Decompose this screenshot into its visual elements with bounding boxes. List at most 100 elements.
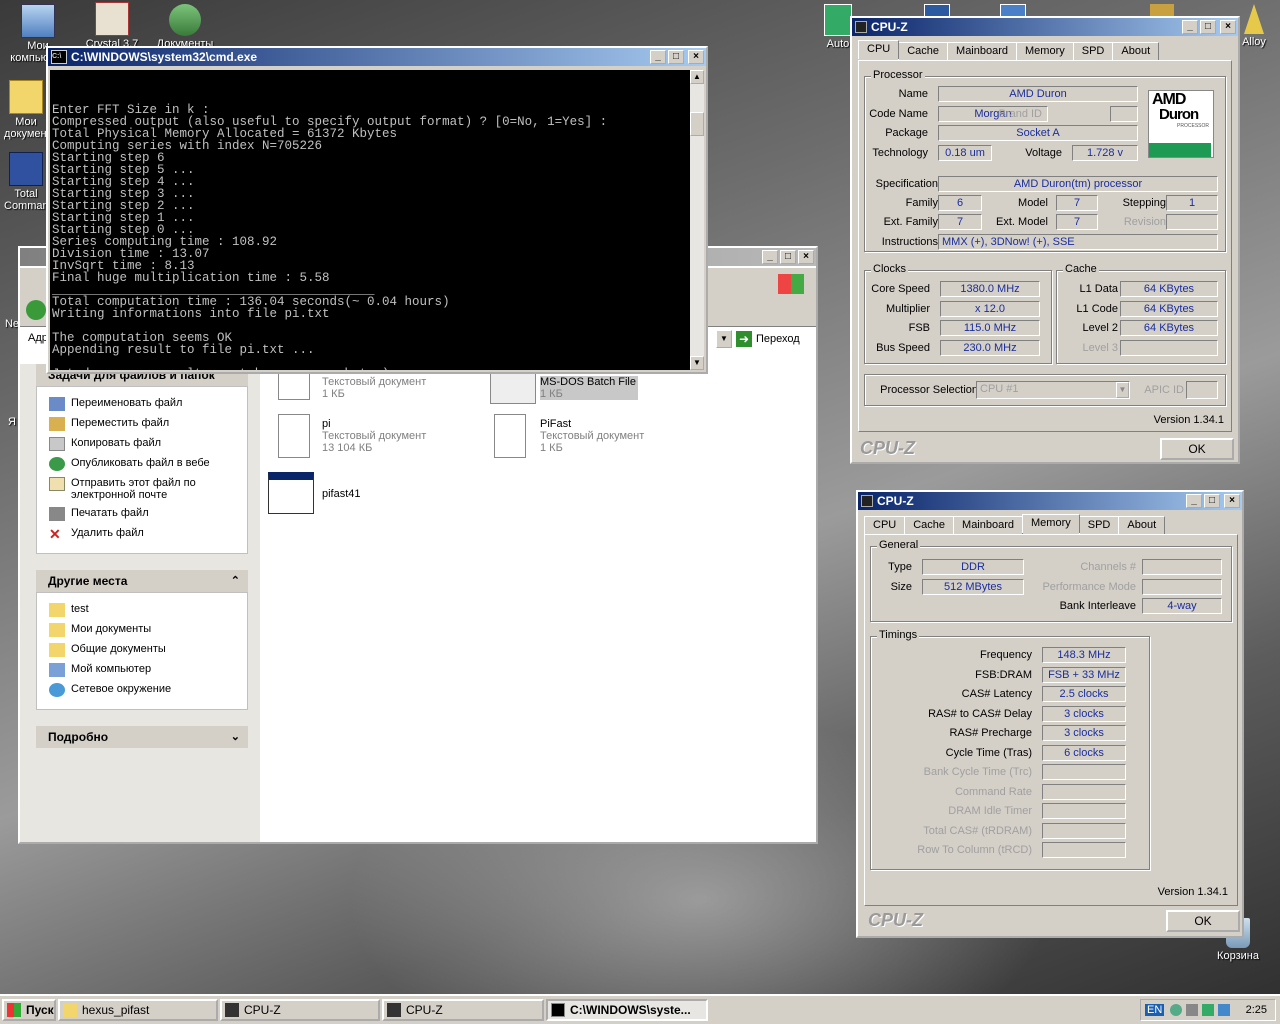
- codename-label: Code Name: [869, 108, 928, 120]
- close-button[interactable]: ×: [688, 50, 704, 64]
- desktop-icon-my-documents[interactable]: Мои документы: [4, 80, 48, 140]
- place-my-computer[interactable]: Мой компьютер: [49, 663, 151, 677]
- desktop-icon-documents[interactable]: Документы: [155, 4, 215, 50]
- tasks-panel: Переименовать файл Переместить файл Копи…: [36, 386, 248, 554]
- tab-memory[interactable]: Memory: [1016, 42, 1074, 61]
- folder-icon: [49, 603, 65, 617]
- go-button[interactable]: ➜ Переход: [736, 330, 816, 348]
- tab-cache[interactable]: Cache: [898, 42, 949, 61]
- tab-cache[interactable]: Cache: [904, 516, 955, 535]
- fsb-label: FSB: [908, 322, 930, 334]
- task-copy[interactable]: Копировать файл: [49, 437, 161, 451]
- processor-selection-label: Processor Selection: [880, 384, 978, 396]
- timing-label: RAS# to CAS# Delay: [928, 707, 1032, 720]
- task-move[interactable]: Переместить файл: [49, 417, 169, 431]
- desktop-icon-total-commander[interactable]: Total Commander: [4, 152, 48, 212]
- timing-label: Frequency: [980, 649, 1032, 661]
- general-group-label: General: [877, 539, 921, 551]
- close-button[interactable]: ×: [798, 250, 814, 264]
- expand-chevron-icon[interactable]: ⌄: [231, 726, 240, 748]
- taskbar-button-cpuz-1[interactable]: CPU-Z: [220, 999, 380, 1021]
- task-email[interactable]: Отправить этот файл по электронной почте: [49, 477, 219, 501]
- place-shared-documents[interactable]: Общие документы: [49, 643, 166, 657]
- minimize-button[interactable]: _: [1186, 494, 1202, 508]
- extfamily-label: Ext. Family: [883, 216, 938, 228]
- network-icon: [49, 683, 65, 697]
- timing-value: FSB + 33 MHz: [1042, 666, 1126, 683]
- tray-app-icon[interactable]: [1186, 1004, 1199, 1016]
- ok-button[interactable]: OK: [1160, 438, 1234, 460]
- processor-selection-dropdown[interactable]: CPU #1: [976, 381, 1130, 399]
- maximize-button[interactable]: □: [1200, 20, 1216, 34]
- channels-label: Channels #: [1080, 561, 1136, 573]
- tab-mainboard[interactable]: Mainboard: [947, 42, 1018, 61]
- windows-logo-icon: [778, 274, 804, 294]
- maximize-button[interactable]: □: [668, 50, 684, 64]
- minimize-button[interactable]: _: [762, 250, 778, 264]
- taskbar-button-explorer[interactable]: hexus_pifast: [58, 999, 218, 1021]
- place-test[interactable]: test: [49, 603, 89, 617]
- busspeed-label: Bus Speed: [876, 342, 930, 354]
- tray-app-icon[interactable]: [1170, 1004, 1183, 1016]
- console-output[interactable]: Enter FFT Size in k : Compressed output (…: [50, 70, 690, 370]
- maximize-button[interactable]: □: [780, 250, 796, 264]
- scroll-up-arrow-icon[interactable]: ▲: [690, 70, 704, 84]
- close-button[interactable]: ×: [1224, 494, 1240, 508]
- tray-app-icon[interactable]: [1218, 1004, 1231, 1016]
- language-indicator[interactable]: EN: [1145, 1004, 1165, 1016]
- task-rename[interactable]: Переименовать файл: [49, 397, 182, 411]
- tab-memory[interactable]: Memory: [1022, 514, 1080, 533]
- console-lines: Enter FFT Size in k : Compressed output (…: [50, 94, 690, 370]
- app-icon: [1244, 4, 1264, 34]
- timing-value: 148.3 MHz: [1042, 647, 1126, 663]
- desktop-icon-alloy[interactable]: Alloy: [1234, 4, 1274, 48]
- places-panel-header[interactable]: Другие места ⌃: [36, 570, 248, 592]
- cpuz-memory-window: CPU-Z _ □ × CPU Cache Mainboard Memory S…: [856, 490, 1244, 938]
- floppy-icon: [9, 152, 43, 186]
- clock[interactable]: 2:25: [1246, 1004, 1267, 1016]
- desktop-icon-label: Auto: [826, 38, 850, 50]
- tab-about[interactable]: About: [1112, 42, 1160, 61]
- close-button[interactable]: ×: [1220, 20, 1236, 34]
- minimize-button[interactable]: _: [1182, 20, 1198, 34]
- collapse-chevron-icon[interactable]: ⌃: [231, 570, 240, 592]
- scroll-thumb[interactable]: [690, 112, 704, 136]
- tab-spd[interactable]: SPD: [1078, 516, 1120, 535]
- folder-icon: [49, 623, 65, 637]
- voltage-value: 1.728 v: [1072, 145, 1138, 161]
- ok-button[interactable]: OK: [1166, 910, 1240, 932]
- tab-mainboard[interactable]: Mainboard: [953, 516, 1024, 535]
- cmd-title-bar[interactable]: C:\ C:\WINDOWS\system32\cmd.exe _ □ ×: [48, 48, 706, 66]
- start-button[interactable]: Пуск: [2, 999, 56, 1021]
- details-panel-header[interactable]: Подробно ⌄: [36, 726, 248, 748]
- minimize-button[interactable]: _: [650, 50, 666, 64]
- cpuz-brand-logo: CPU-Z: [868, 910, 923, 930]
- task-publish[interactable]: Опубликовать файл в вебе: [49, 457, 210, 471]
- dropdown-arrow-icon[interactable]: ▼: [1116, 382, 1129, 398]
- taskbar-button-cmd[interactable]: C:\WINDOWS\syste...: [546, 999, 708, 1021]
- cmd-icon: C:\: [51, 50, 67, 64]
- apicid-label: APIC ID: [1144, 384, 1184, 396]
- tab-cpu[interactable]: CPU: [864, 516, 906, 535]
- place-network[interactable]: Сетевое окружение: [49, 683, 171, 697]
- taskbar-button-cpuz-2[interactable]: CPU-Z: [382, 999, 544, 1021]
- tray-app-icon[interactable]: [1202, 1004, 1215, 1016]
- task-delete[interactable]: ✕ Удалить файл: [49, 527, 144, 541]
- tab-about[interactable]: About: [1118, 516, 1166, 535]
- console-scrollbar[interactable]: ▲ ▼: [690, 70, 704, 370]
- place-my-documents[interactable]: Мои документы: [49, 623, 151, 637]
- desktop-icon-label: Корзина: [1217, 950, 1259, 962]
- l1code-value: 64 KBytes: [1120, 301, 1218, 317]
- timing-value: 6 clocks: [1042, 744, 1126, 761]
- maximize-button[interactable]: □: [1204, 494, 1220, 508]
- level3-value: [1120, 340, 1218, 356]
- address-dropdown-button[interactable]: ▼: [716, 330, 732, 348]
- tab-spd[interactable]: SPD: [1072, 42, 1114, 61]
- tab-cpu[interactable]: CPU: [858, 40, 900, 59]
- cpuz-title-bar[interactable]: CPU-Z _ □ ×: [852, 18, 1238, 36]
- desktop-icon-crystal[interactable]: Crystal 3.7: [82, 2, 142, 50]
- back-arrow-icon[interactable]: [26, 300, 46, 320]
- scroll-down-arrow-icon[interactable]: ▼: [690, 356, 704, 370]
- task-print[interactable]: Печатать файл: [49, 507, 149, 521]
- cpuz-title-bar[interactable]: CPU-Z _ □ ×: [858, 492, 1242, 510]
